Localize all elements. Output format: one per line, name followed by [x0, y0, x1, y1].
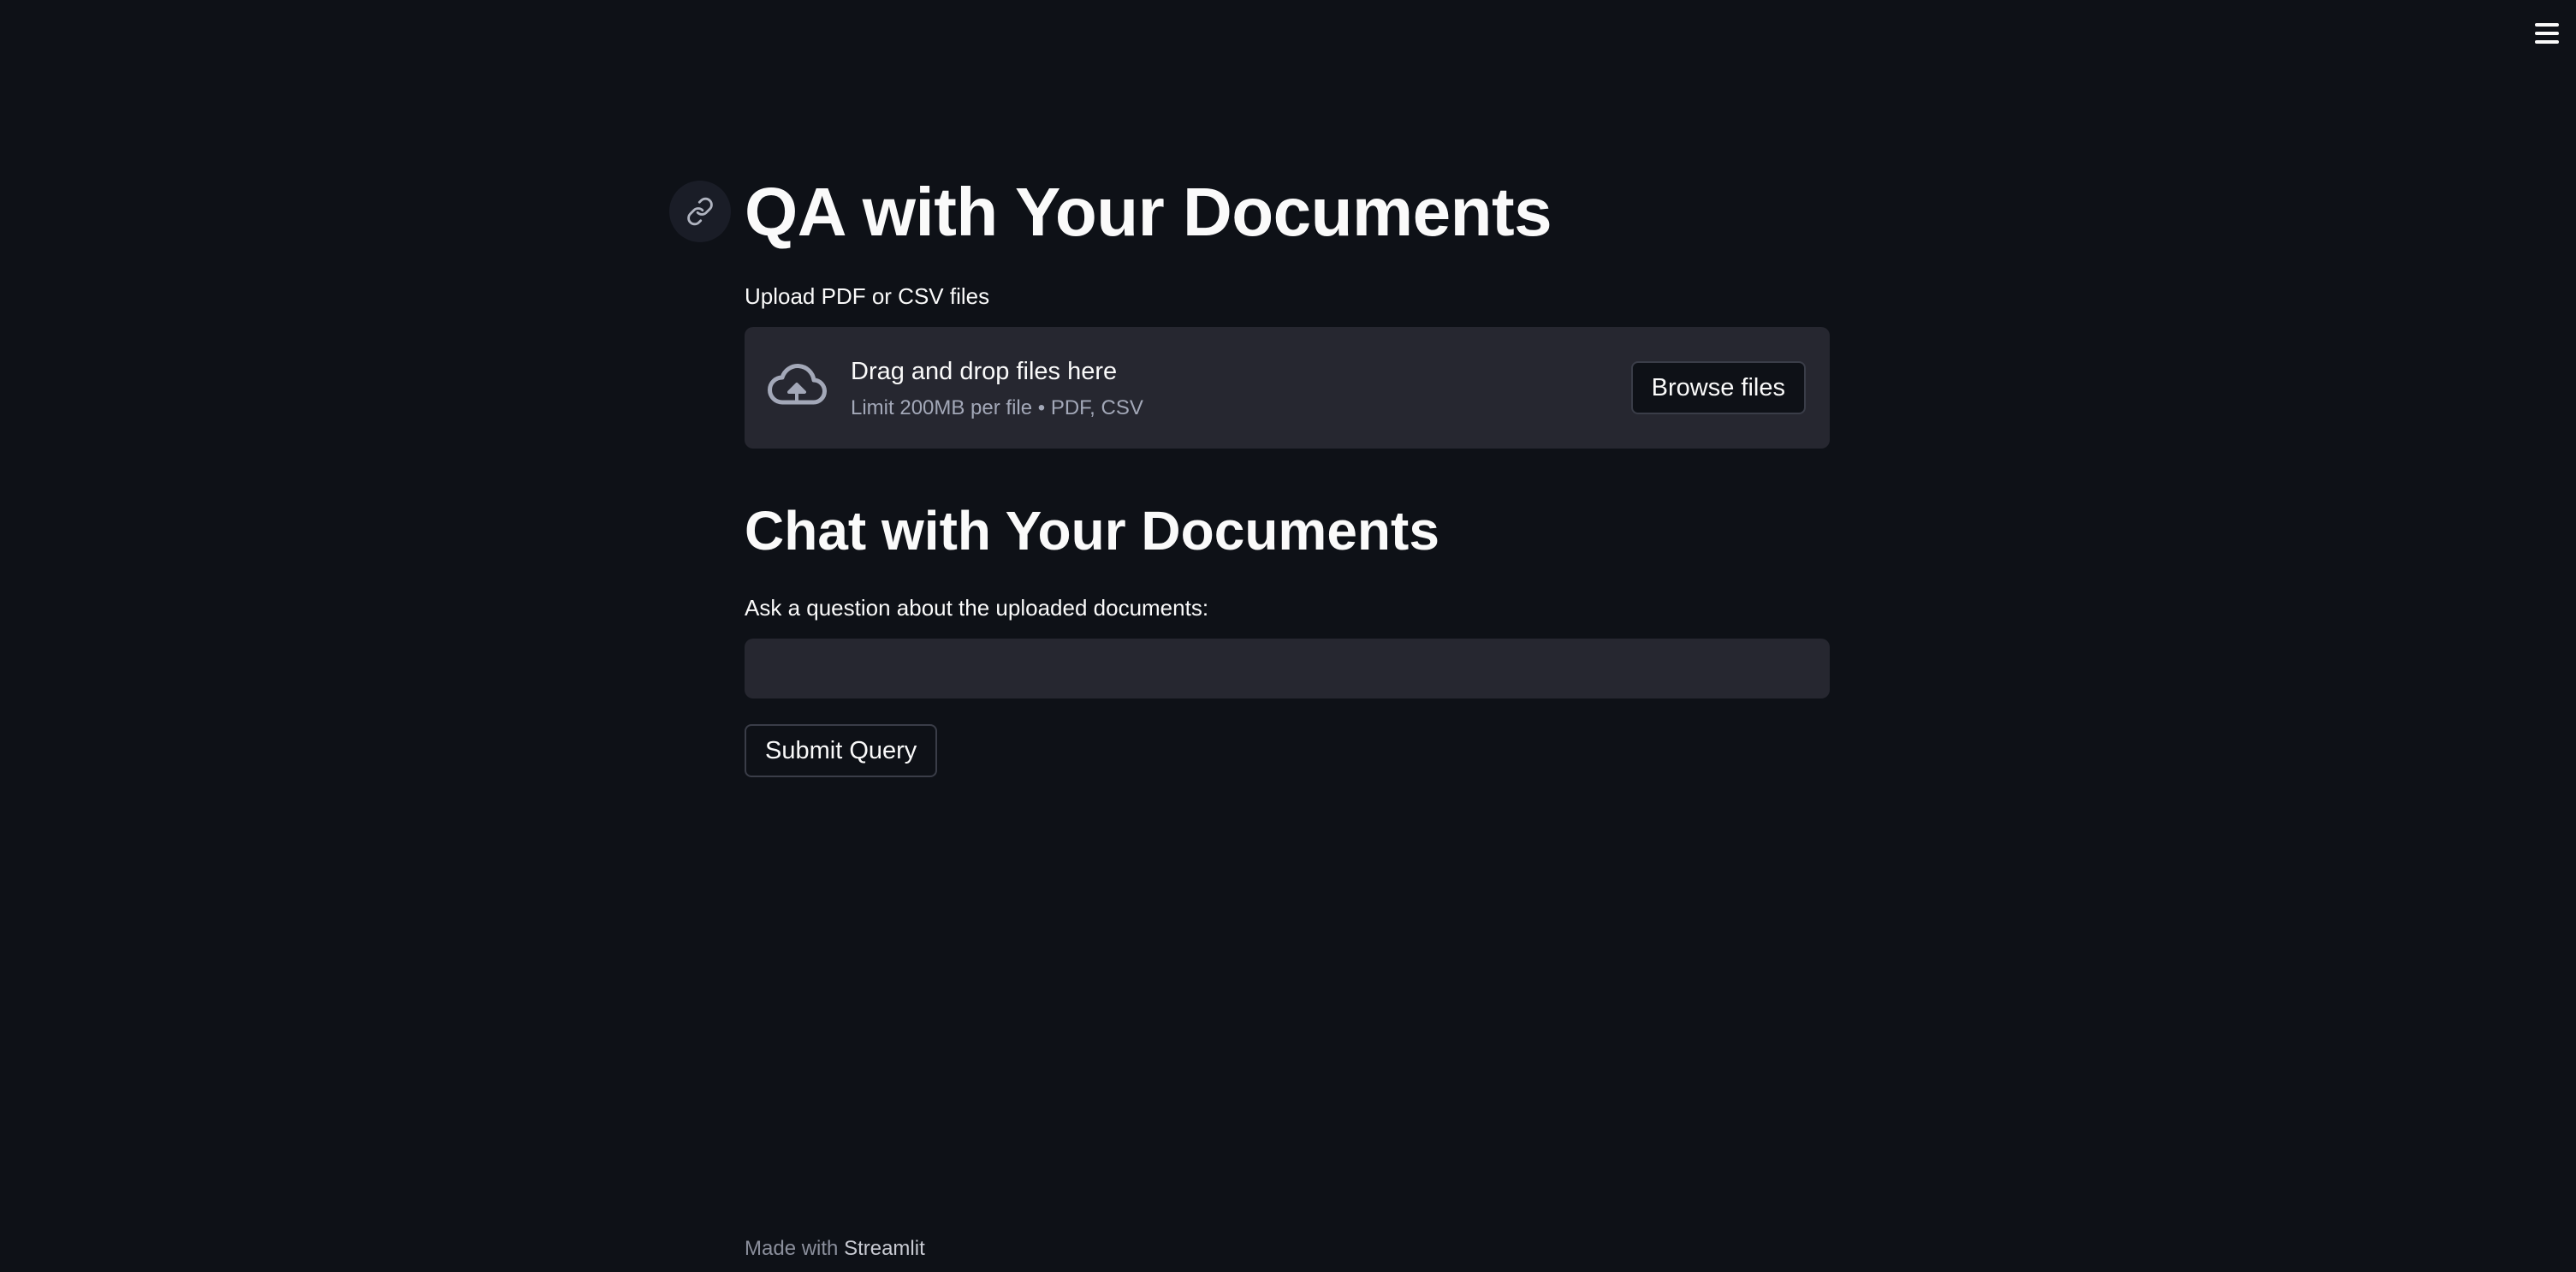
chat-section-title: Chat with Your Documents [745, 500, 1439, 562]
hamburger-line [2535, 32, 2559, 35]
cloud-upload-icon [768, 364, 827, 405]
upload-limit-text: Limit 200MB per file • PDF, CSV [851, 396, 1143, 419]
page-title: QA with Your Documents [745, 174, 1552, 250]
hamburger-menu-icon[interactable] [2530, 19, 2564, 48]
question-input[interactable] [745, 639, 1830, 698]
link-icon[interactable] [669, 181, 731, 242]
question-label: Ask a question about the uploaded docume… [745, 595, 1209, 621]
submit-query-button[interactable]: Submit Query [745, 724, 938, 777]
streamlit-app: QA with Your Documents Upload PDF or CSV… [0, 0, 2576, 1272]
hamburger-line [2535, 40, 2559, 44]
footer-made-with: Made with [745, 1237, 839, 1260]
title-row: QA with Your Documents [669, 168, 1552, 257]
file-dropzone[interactable]: Drag and drop files here Limit 200MB per… [745, 327, 1830, 449]
browse-files-button[interactable]: Browse files [1630, 361, 1806, 414]
hamburger-line [2535, 23, 2559, 27]
footer-streamlit-link[interactable]: Streamlit [844, 1237, 925, 1260]
upload-label: Upload PDF or CSV files [745, 283, 990, 309]
footer: Made with Streamlit [745, 1236, 925, 1262]
drop-instruction: Drag and drop files here [851, 358, 1118, 385]
